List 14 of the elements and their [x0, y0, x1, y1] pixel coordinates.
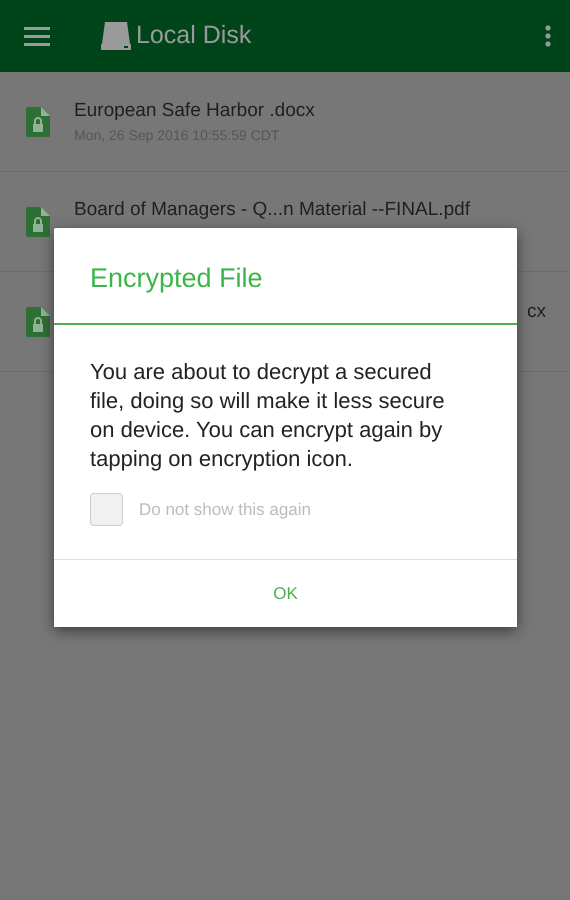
app-title: Local Disk	[136, 20, 252, 52]
disk-icon	[100, 21, 132, 51]
locked-file-icon	[26, 206, 50, 236]
dialog-title: Encrypted File	[54, 228, 517, 325]
ok-button[interactable]: OK	[54, 559, 517, 627]
menu-icon[interactable]	[24, 24, 52, 48]
checkbox-label: Do not show this again	[139, 498, 311, 521]
file-name: European Safe Harbor .docx	[74, 98, 316, 123]
file-name: cx	[526, 300, 546, 324]
dialog-message: You are about to decrypt a secured file, doing so will make it less secure on device. You can encrypt again by tapping on encryption icon.	[89, 358, 446, 473]
locked-file-icon	[26, 306, 50, 336]
locked-file-icon	[26, 106, 50, 136]
file-name: Board of Managers - Q...n Material --FINAL.pdf	[74, 198, 471, 222]
more-options-icon[interactable]	[544, 24, 552, 48]
